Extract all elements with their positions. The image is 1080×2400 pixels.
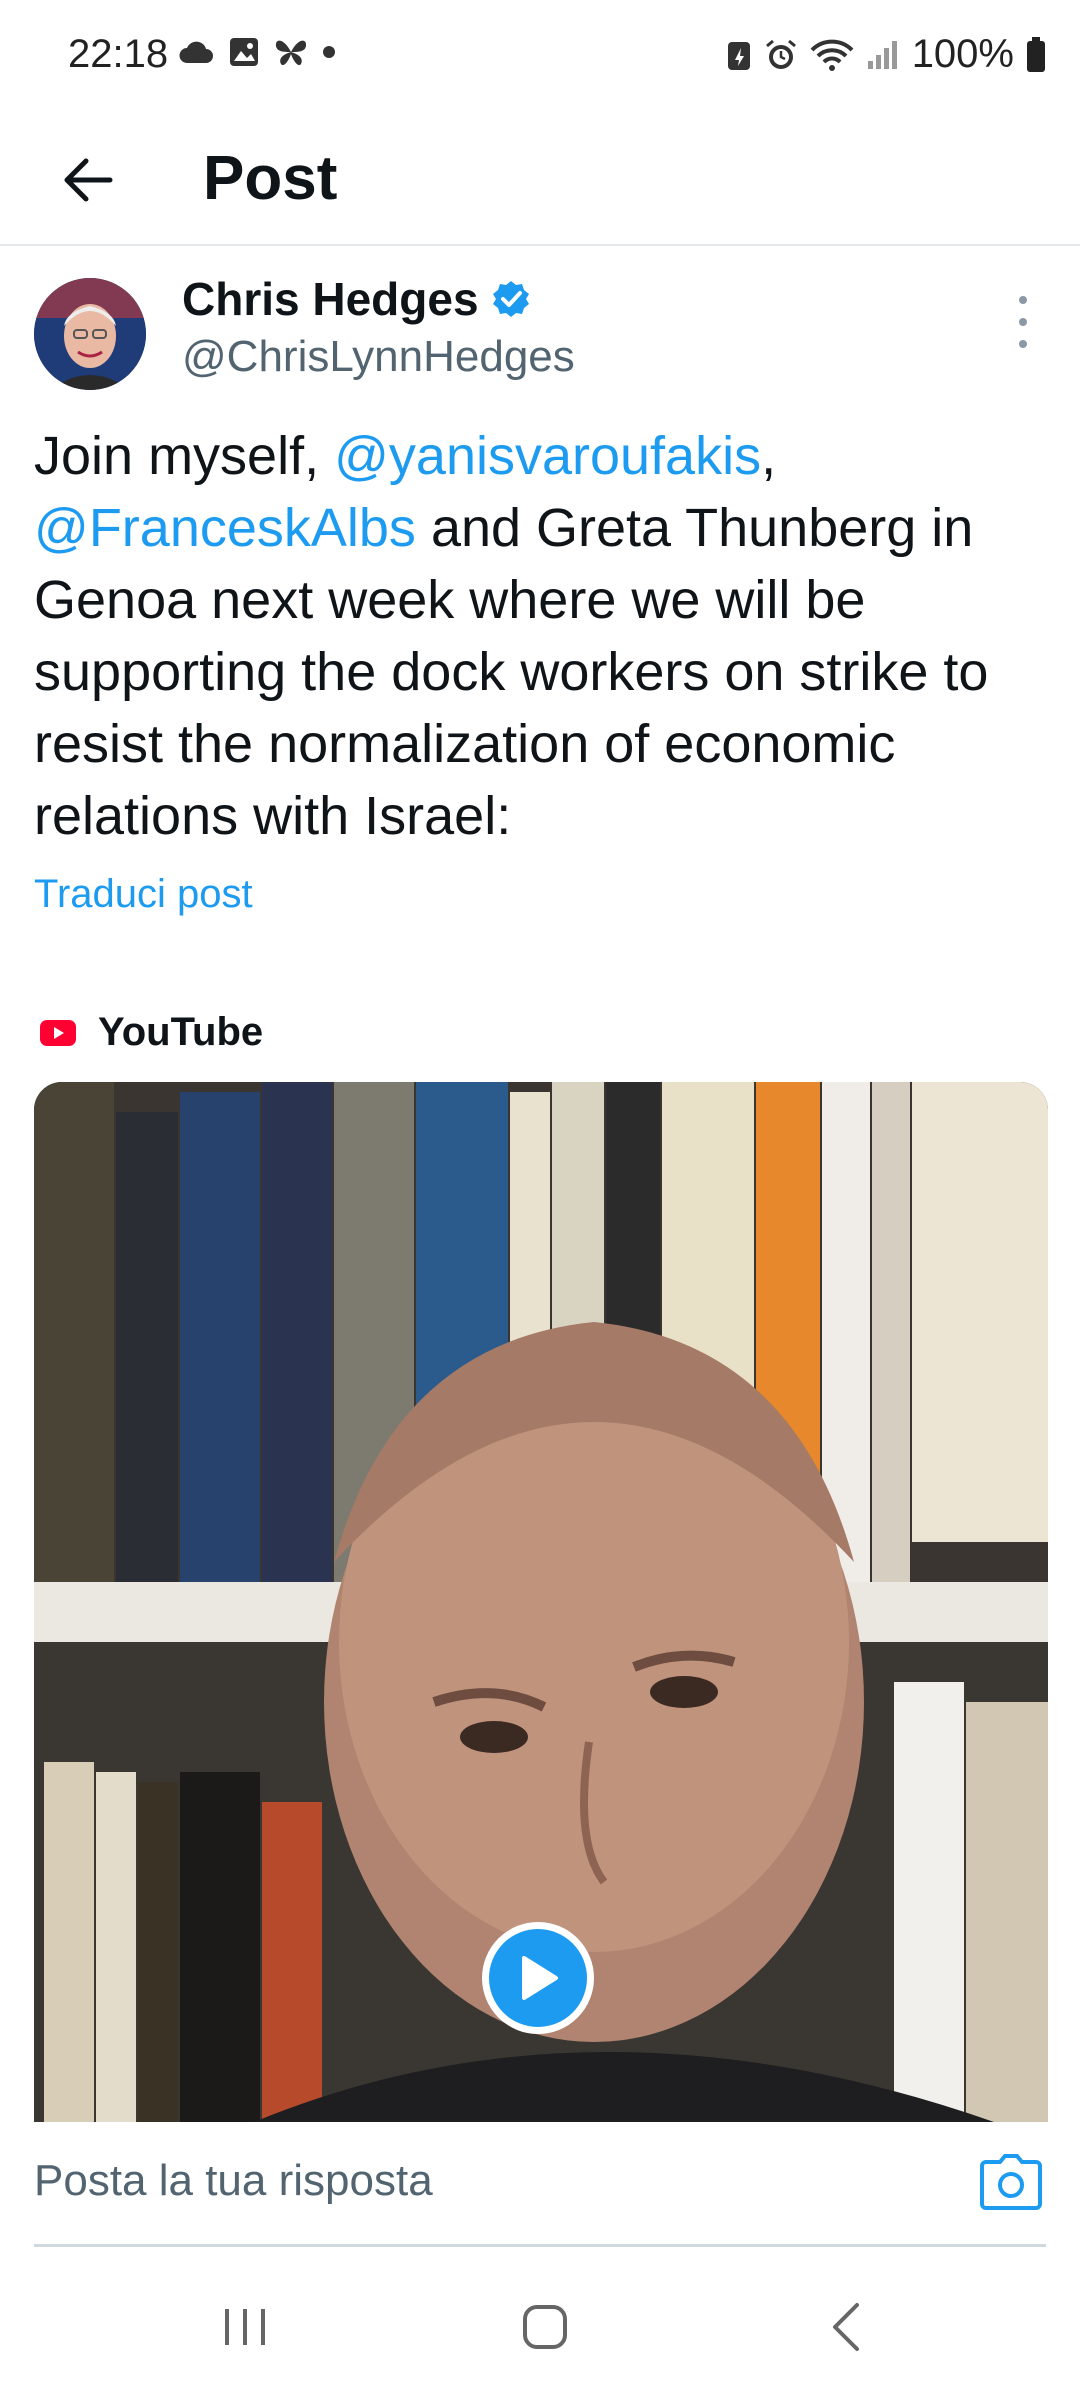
card-source-label: YouTube xyxy=(98,1010,264,1054)
wifi-icon xyxy=(810,39,854,71)
top-app-bar: Post xyxy=(0,118,1080,246)
card-source: YouTube xyxy=(40,1010,263,1055)
back-icon xyxy=(833,2303,859,2351)
home-button[interactable] xyxy=(510,2292,580,2362)
post-text-part: , xyxy=(761,426,777,486)
translate-post-link[interactable]: Traduci post xyxy=(34,872,253,917)
status-right: 100% xyxy=(726,32,1046,77)
battery-percent: 100% xyxy=(911,32,1014,76)
image-icon xyxy=(230,38,258,66)
author-name-row[interactable]: Chris Hedges xyxy=(182,272,531,326)
nav-back-button[interactable] xyxy=(812,2292,882,2362)
play-button[interactable] xyxy=(482,1922,594,2034)
signal-icon xyxy=(867,40,897,69)
avatar-image xyxy=(34,278,146,390)
arrow-left-icon xyxy=(64,158,113,202)
reply-placeholder: Posta la tua risposta xyxy=(34,2156,433,2205)
more-options-button[interactable] xyxy=(1002,296,1044,348)
play-icon xyxy=(522,1956,558,2000)
system-nav-bar xyxy=(0,2248,1080,2400)
camera-icon xyxy=(980,2154,1042,2210)
author-name: Chris Hedges xyxy=(182,273,479,325)
recent-apps-button[interactable] xyxy=(210,2292,280,2362)
post-text-part: Join myself, xyxy=(34,426,335,486)
back-button[interactable] xyxy=(48,140,128,220)
home-icon xyxy=(523,2305,567,2349)
status-bar: 22:18 100% xyxy=(0,0,1080,118)
verified-badge-icon xyxy=(492,281,529,317)
post-text: Join myself, @yanisvaroufakis, @Francesk… xyxy=(34,420,1054,852)
battery-icon xyxy=(1027,36,1045,72)
more-vertical-icon xyxy=(1019,296,1027,304)
avatar[interactable] xyxy=(34,278,146,390)
reply-input[interactable]: Posta la tua risposta xyxy=(34,2156,433,2206)
cloud-icon xyxy=(179,41,213,63)
mention-link[interactable]: @yanisvaroufakis xyxy=(334,426,761,486)
dot-icon xyxy=(323,46,335,58)
video-thumbnail[interactable] xyxy=(34,1082,1048,2122)
mention-link[interactable]: @FranceskAlbs xyxy=(34,498,416,558)
camera-button[interactable] xyxy=(980,2154,1042,2210)
author-handle[interactable]: @ChrisLynnHedges xyxy=(182,332,575,382)
recent-apps-icon xyxy=(225,2309,265,2345)
page-title: Post xyxy=(203,144,338,213)
battery-saver-icon xyxy=(727,41,750,70)
notification-icons xyxy=(178,36,336,68)
reply-divider xyxy=(34,2244,1046,2247)
status-time: 22:18 xyxy=(68,32,169,76)
alarm-icon xyxy=(765,39,796,69)
butterfly-icon xyxy=(275,40,307,66)
reply-bar: Posta la tua risposta xyxy=(0,2122,1080,2247)
youtube-icon xyxy=(40,1019,76,1046)
